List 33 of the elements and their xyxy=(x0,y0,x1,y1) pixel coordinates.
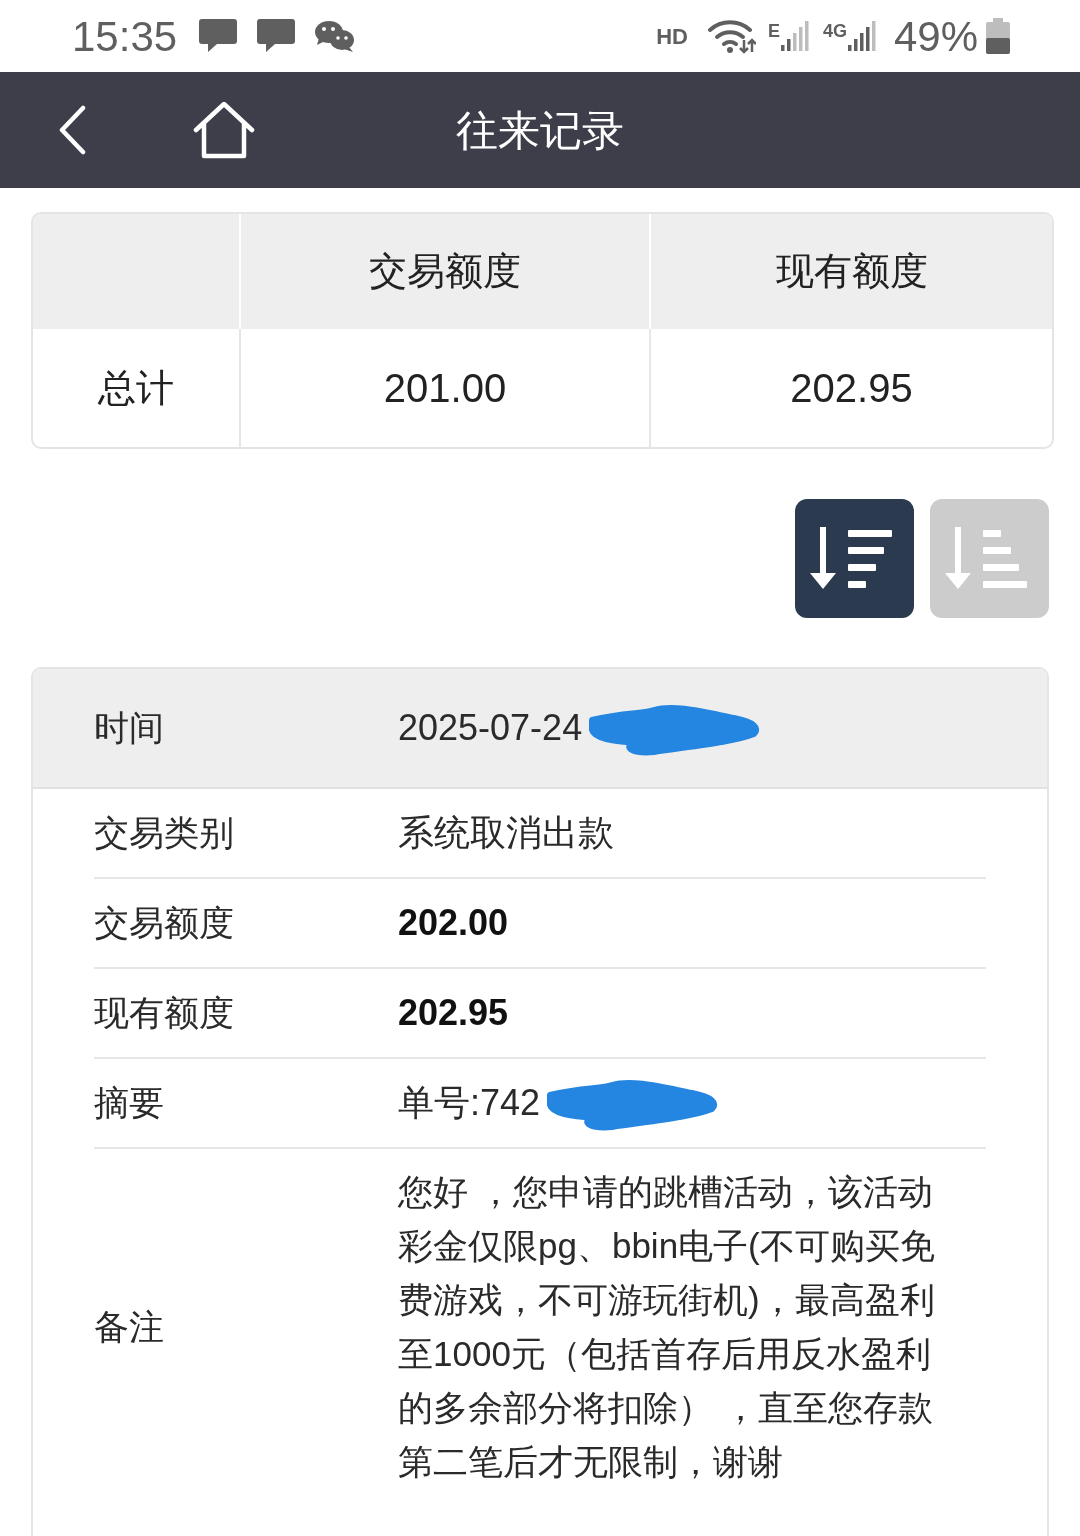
field-label: 交易类别 xyxy=(94,811,235,854)
total-value: 201.00 xyxy=(383,365,507,412)
total-value: 202.95 xyxy=(790,365,913,412)
chat-bubbles-icon xyxy=(315,20,356,52)
back-icon xyxy=(57,105,87,155)
column-header: 交易额度 xyxy=(369,249,521,294)
message-icon xyxy=(199,19,238,53)
signal-icon xyxy=(780,21,811,51)
network-type-label: 4G xyxy=(822,21,847,41)
field-label: 摘要 xyxy=(94,1081,165,1124)
battery-percent: 49% xyxy=(893,11,978,62)
hd-label: HD xyxy=(656,22,688,51)
field-value: 单号:742 xyxy=(398,1081,541,1125)
field-value: 202.00 xyxy=(398,901,509,945)
note-text: 您好 ，您申请的跳槽活动，该活动 彩金仅限pg、bbin电子(不可购买免 费游戏，不可游玩街机)，最高盈利 至1000元（包括首存后用反水盈利 的多余部分将扣除） ，直至您存款 第二笔后才无限制，谢谢 xyxy=(398,1171,935,1483)
wifi-icon xyxy=(707,18,756,54)
network-type-label: E xyxy=(767,21,780,41)
message-icon xyxy=(257,19,296,53)
home-icon xyxy=(193,101,255,159)
status-time: 15:35 xyxy=(72,11,178,62)
battery-icon xyxy=(986,18,1010,54)
field-label: 时间 xyxy=(94,706,165,749)
field-value: 系统取消出款 xyxy=(398,811,614,855)
field-label: 现有额度 xyxy=(94,991,235,1034)
field-label: 交易额度 xyxy=(94,901,235,944)
column-header: 现有额度 xyxy=(775,249,928,294)
field-label: 备注 xyxy=(94,1305,165,1348)
field-value: 202.95 xyxy=(398,991,509,1035)
field-value: 2025-07-24 xyxy=(398,706,583,750)
row-label: 总计 xyxy=(98,365,174,411)
page-title: 往来记录 xyxy=(456,105,624,156)
signal-icon xyxy=(847,21,878,51)
sort-button[interactable] xyxy=(795,499,914,618)
